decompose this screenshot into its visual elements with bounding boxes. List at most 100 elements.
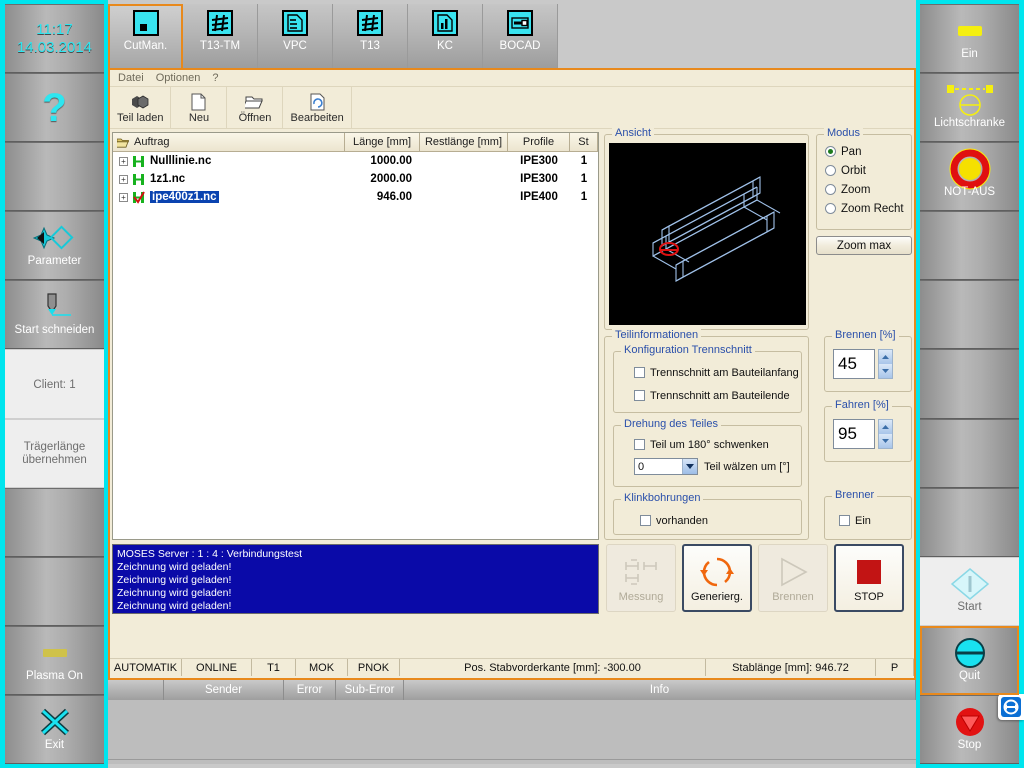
klinkbohrungen-title: Klinkbohrungen: [621, 492, 704, 504]
status-connection: ONLINE: [182, 659, 252, 676]
row-laenge: 946.00: [376, 191, 412, 203]
sidebar-exit-button[interactable]: Exit: [5, 694, 104, 765]
tab-t13-label: T13: [360, 40, 380, 52]
expand-icon[interactable]: +: [119, 156, 128, 166]
expand-icon[interactable]: +: [119, 174, 128, 184]
messung-button[interactable]: Messung: [606, 544, 676, 612]
menu-datei[interactable]: Datei: [118, 72, 144, 84]
radio-zoom[interactable]: Zoom: [817, 180, 911, 199]
tab-bocad[interactable]: BOCAD: [483, 4, 558, 68]
start-diamond-icon: [949, 567, 991, 600]
teamviewer-icon[interactable]: [998, 694, 1024, 720]
rail-not-aus-button[interactable]: NOT-AUS: [920, 142, 1019, 212]
tab-vpc[interactable]: VPC: [258, 4, 333, 68]
sidebar-plasma-on-button[interactable]: Plasma On: [5, 625, 104, 695]
err-col-blank[interactable]: [108, 680, 164, 700]
sidebar-start-schneiden-button[interactable]: Start schneiden: [5, 280, 104, 350]
col-profile-label: Profile: [522, 136, 555, 148]
row-laenge: 2000.00: [370, 173, 412, 185]
3d-viewport[interactable]: [609, 143, 806, 325]
brennen-spinner[interactable]: [878, 349, 893, 379]
stop-action-label: STOP: [854, 591, 884, 603]
tab-t13[interactable]: T13: [333, 4, 408, 68]
col-restlaenge[interactable]: Restlänge [mm]: [420, 133, 508, 152]
brennen-input[interactable]: 45: [833, 349, 875, 379]
err-col-info[interactable]: Info: [404, 680, 916, 700]
sidebar-traegerlaenge-button[interactable]: Trägerlänge übernehmen: [5, 418, 104, 488]
col-st[interactable]: St: [570, 133, 598, 152]
generierung-button[interactable]: Generierg.: [682, 544, 752, 612]
stop-button[interactable]: STOP: [834, 544, 904, 612]
message-log[interactable]: MOSES Server : 1 : 4 : Verbindungstest Z…: [112, 544, 599, 614]
cb-brenner-ein[interactable]: Ein: [839, 512, 911, 529]
spinner-up-icon[interactable]: [879, 350, 892, 364]
spinner-down-icon[interactable]: [879, 434, 892, 448]
menu-bar: Datei Optionen ?: [110, 70, 914, 87]
checkbox-icon: [634, 367, 645, 378]
cb-teil-180-schwenken[interactable]: Teil um 180° schwenken: [634, 436, 801, 453]
rail-quit-button[interactable]: Quit: [920, 625, 1019, 695]
zoom-max-button[interactable]: Zoom max: [816, 236, 912, 255]
cb-vorhanden[interactable]: vorhanden: [640, 512, 801, 529]
status-mode: AUTOMATIK: [110, 659, 182, 676]
brenner-title: Brenner: [832, 489, 878, 501]
rail-start-button[interactable]: Start: [920, 556, 1019, 626]
row-st: 1: [580, 155, 588, 167]
brennen-title: Brennen [%]: [832, 329, 899, 341]
radio-orbit[interactable]: Orbit: [817, 161, 911, 180]
order-grid[interactable]: Auftrag Länge [mm] Restlänge [mm] Profil…: [112, 132, 599, 540]
teil-waelzen-select[interactable]: 0: [634, 458, 698, 475]
teil-waelzen-label: Teil wälzen um [°]: [704, 460, 790, 473]
app-root: 11:17 14.03.2014 ? Parameter Start schne…: [0, 0, 1024, 768]
spinner-down-icon[interactable]: [879, 364, 892, 378]
sidebar-clock: 11:17 14.03.2014: [5, 4, 104, 74]
menu-help[interactable]: ?: [212, 72, 218, 84]
rail-lichtschranke-button[interactable]: Lichtschranke: [920, 73, 1019, 143]
rail-ein-button[interactable]: Ein: [920, 4, 1019, 74]
col-profile[interactable]: Profile: [508, 133, 570, 152]
row-st: 1: [580, 173, 588, 185]
main-window: CutMan. T13-TM VPC T13 KC BOCAD Datei Op…: [108, 0, 916, 768]
toolbar-teil-laden-button[interactable]: Teil laden: [110, 87, 172, 128]
tab-cutman[interactable]: CutMan.: [108, 4, 183, 68]
err-col-error[interactable]: Error: [284, 680, 336, 700]
error-grid-body[interactable]: [108, 700, 916, 760]
fahren-input[interactable]: 95: [833, 419, 875, 449]
expand-icon[interactable]: +: [119, 192, 128, 202]
cb-trennschnitt-anfang[interactable]: Trennschnitt am Bauteilanfang: [634, 364, 801, 381]
sidebar-help-button[interactable]: ?: [5, 73, 104, 143]
table-row[interactable]: + Nulllinie.nc 1000.00 IPE300 1: [113, 152, 598, 170]
toolbar-bearbeiten-button[interactable]: Bearbeiten: [283, 87, 352, 128]
toolbar-oeffnen-button[interactable]: Öffnen: [227, 87, 284, 128]
spinner-up-icon[interactable]: [879, 420, 892, 434]
tab-kc[interactable]: KC: [408, 4, 483, 68]
sidebar-parameter-button[interactable]: Parameter: [5, 211, 104, 281]
table-row[interactable]: + 1z1.nc 2000.00 IPE300 1: [113, 170, 598, 188]
toolbar-bearbeiten-label: Bearbeiten: [290, 112, 344, 124]
teilinformationen-title: Teilinformationen: [612, 329, 702, 341]
col-laenge[interactable]: Länge [mm]: [345, 133, 420, 152]
row-profile: IPE300: [520, 155, 558, 167]
brennen-button[interactable]: Brennen: [758, 544, 828, 612]
export-icon: [507, 10, 533, 36]
col-auftrag[interactable]: Auftrag: [113, 133, 345, 152]
status-pos-stabvorderkante: Pos. Stabvorderkante [mm]: -300.00: [400, 659, 706, 676]
plasma-lamp-icon: [35, 638, 75, 668]
tab-t13tm[interactable]: T13-TM: [183, 4, 258, 68]
err-col-sub-error[interactable]: Sub-Error: [336, 680, 404, 700]
menu-optionen[interactable]: Optionen: [156, 72, 201, 84]
radio-zoom-recht[interactable]: Zoom Recht: [817, 199, 911, 218]
cb-trennschnitt-ende[interactable]: Trennschnitt am Bauteilende: [634, 387, 801, 404]
rail-not-aus-label: NOT-AUS: [943, 186, 996, 199]
toolbar-neu-button[interactable]: Neu: [171, 87, 228, 128]
fahren-spinner[interactable]: [878, 419, 893, 449]
radio-pan[interactable]: Pan: [817, 142, 911, 161]
radio-pan-label: Pan: [841, 145, 862, 158]
klinkbohrungen-group: Klinkbohrungen vorhanden: [613, 492, 802, 535]
table-row[interactable]: + ipe400z1.nc 946.00 IPE400 1: [113, 188, 598, 206]
err-col-sender[interactable]: Sender: [164, 680, 284, 700]
h-beam-green-icon: [133, 173, 144, 185]
rail-blank-3: [920, 349, 1019, 419]
row-profile: IPE300: [520, 173, 558, 185]
cutman-icon: [132, 10, 159, 36]
